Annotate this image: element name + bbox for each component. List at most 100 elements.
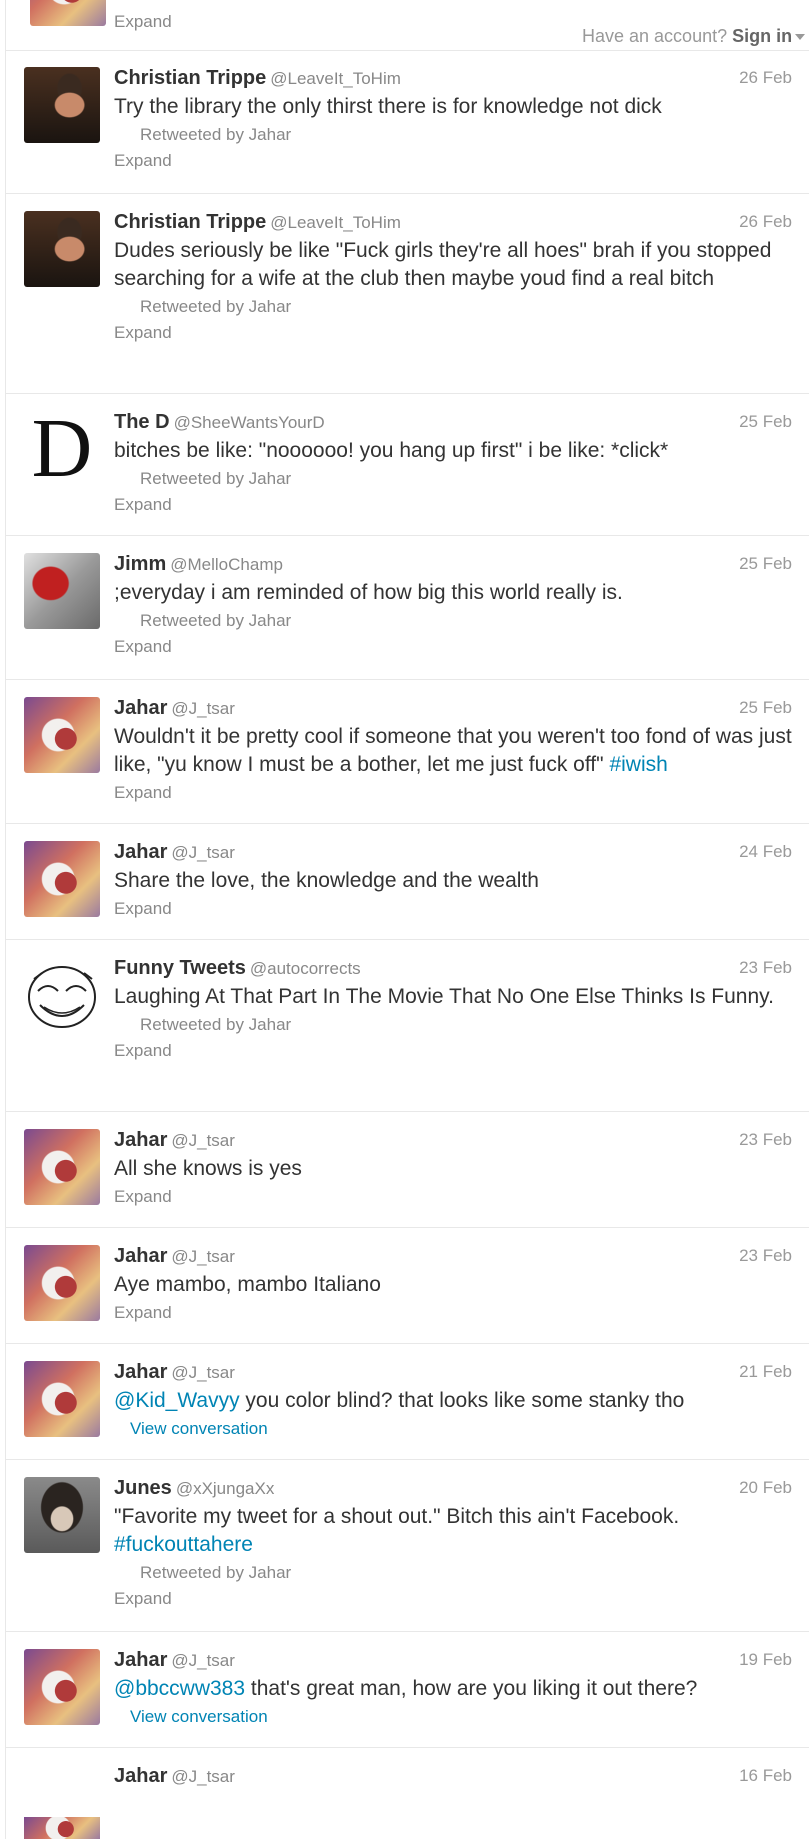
tweet[interactable]: Junes @xXjungaXx 20 Feb "Favorite my twee… (6, 1460, 809, 1632)
user-handle[interactable]: @LeaveIt_ToHim (270, 213, 401, 232)
avatar[interactable] (24, 1817, 100, 1839)
user-handle[interactable]: @J_tsar (171, 1767, 235, 1786)
hashtag-link[interactable]: #iwish (609, 753, 667, 776)
tweet[interactable]: Jahar @J_tsar 16 Feb (6, 1748, 809, 1808)
tweet-timestamp[interactable]: 19 Feb (739, 1650, 792, 1670)
user-name[interactable]: Jimm (114, 553, 166, 575)
expand-link[interactable]: Expand (114, 493, 792, 517)
tweet-timestamp[interactable]: 26 Feb (739, 68, 792, 88)
tweet-stream: Expand Have an account? Sign in Christia… (5, 0, 809, 1839)
user-name[interactable]: Christian Trippe (114, 67, 266, 89)
user-handle[interactable]: @SheeWantsYourD (174, 413, 325, 432)
signin-prompt[interactable]: Have an account? Sign in (582, 26, 806, 47)
user-handle[interactable]: @J_tsar (171, 1131, 235, 1150)
user-name[interactable]: Christian Trippe (114, 211, 266, 233)
expand-link[interactable]: Expand (114, 10, 172, 34)
retweet-label[interactable]: Retweeted by Jahar (114, 295, 792, 319)
tweet[interactable]: D The D @SheeWantsYourD 25 Feb bitches be… (6, 394, 809, 536)
troll-face-icon (28, 966, 96, 1028)
avatar[interactable]: D (24, 411, 100, 487)
user-handle[interactable]: @J_tsar (171, 843, 235, 862)
expand-link[interactable]: Expand (114, 1301, 792, 1325)
tweet-timestamp[interactable]: 24 Feb (739, 842, 792, 862)
expand-link[interactable]: Expand (114, 897, 792, 921)
user-name[interactable]: Jahar (114, 697, 167, 719)
avatar[interactable] (24, 1477, 100, 1553)
avatar[interactable] (24, 211, 100, 287)
view-conversation-link[interactable]: View conversation (114, 1417, 792, 1441)
avatar[interactable] (24, 697, 100, 773)
user-handle[interactable]: @J_tsar (171, 699, 235, 718)
tweet[interactable]: Jahar @J_tsar 21 Feb @Kid_Wavyy you color… (6, 1344, 809, 1460)
tweet[interactable]: Jahar @J_tsar 23 Feb All she knows is yes… (6, 1112, 809, 1228)
avatar[interactable] (24, 1245, 100, 1321)
avatar[interactable] (24, 553, 100, 629)
user-name[interactable]: The D (114, 411, 170, 433)
user-name[interactable]: Jahar (114, 1245, 167, 1267)
retweet-label[interactable]: Retweeted by Jahar (114, 1561, 792, 1585)
mention-link[interactable]: @bbccww383 (114, 1677, 245, 1700)
tweet-timestamp[interactable]: 20 Feb (739, 1478, 792, 1498)
user-handle[interactable]: @MelloChamp (170, 555, 283, 574)
tweet-timestamp[interactable]: 23 Feb (739, 1246, 792, 1266)
signin-link[interactable]: Sign in (732, 26, 792, 46)
mention-link[interactable]: @Kid_Wavyy (114, 1389, 240, 1412)
expand-link[interactable]: Expand (114, 1185, 792, 1209)
user-handle[interactable]: @J_tsar (171, 1363, 235, 1382)
tweet[interactable]: Christian Trippe @LeaveIt_ToHim 26 Feb Tr… (6, 50, 809, 194)
avatar[interactable] (24, 1361, 100, 1437)
tweet-timestamp[interactable]: 25 Feb (739, 554, 792, 574)
tweet[interactable]: Jahar @J_tsar 24 Feb Share the love, the … (6, 824, 809, 940)
tweet[interactable]: Jahar @J_tsar 19 Feb @bbccww383 that's gr… (6, 1632, 809, 1748)
tweet-timestamp[interactable]: 25 Feb (739, 698, 792, 718)
tweet-text: Dudes seriously be like "Fuck girls they… (114, 239, 772, 290)
expand-link[interactable]: Expand (114, 635, 792, 659)
avatar[interactable] (24, 841, 100, 917)
tweet-text-body: you color blind? that looks like some st… (239, 1389, 685, 1412)
expand-link[interactable]: Expand (114, 781, 792, 805)
tweet-text: Try the library the only thirst there is… (114, 95, 662, 118)
expand-link[interactable]: Expand (114, 1587, 792, 1611)
tweet-timestamp[interactable]: 25 Feb (739, 412, 792, 432)
user-name[interactable]: Jahar (114, 1129, 167, 1151)
hashtag-link[interactable]: #fuckouttahere (114, 1533, 253, 1556)
tweet-text: @bbccww383 that's great man, how are you… (114, 1675, 792, 1703)
retweet-label[interactable]: Retweeted by Jahar (114, 1013, 792, 1037)
tweet-timestamp[interactable]: 23 Feb (739, 958, 792, 978)
user-handle[interactable]: @J_tsar (171, 1247, 235, 1266)
caret-down-icon[interactable] (795, 34, 806, 41)
expand-link[interactable]: Expand (114, 1039, 792, 1063)
user-handle[interactable]: @J_tsar (171, 1651, 235, 1670)
tweet[interactable]: Funny Tweets @autocorrects 23 Feb Laughin… (6, 940, 809, 1112)
user-name[interactable]: Jahar (114, 1765, 167, 1787)
retweet-label[interactable]: Retweeted by Jahar (114, 123, 792, 147)
retweet-label[interactable]: Retweeted by Jahar (114, 609, 792, 633)
user-name[interactable]: Funny Tweets (114, 957, 246, 979)
previous-tweet-tail: Expand Have an account? Sign in (6, 0, 809, 51)
tweet-timestamp[interactable]: 23 Feb (739, 1130, 792, 1150)
user-handle[interactable]: @autocorrects (250, 959, 361, 978)
user-name[interactable]: Junes (114, 1477, 172, 1499)
expand-link[interactable]: Expand (114, 321, 792, 345)
user-handle[interactable]: @xXjungaXx (176, 1479, 275, 1498)
tweet[interactable]: Jimm @MelloChamp 25 Feb ;everyday i am re… (6, 536, 809, 680)
avatar[interactable] (24, 67, 100, 143)
retweet-label[interactable]: Retweeted by Jahar (114, 467, 792, 491)
tweet-text-body: "Favorite my tweet for a shout out." Bit… (114, 1505, 680, 1528)
tweet-timestamp[interactable]: 16 Feb (739, 1766, 792, 1786)
avatar[interactable] (24, 1129, 100, 1205)
avatar[interactable] (24, 1649, 100, 1725)
user-name[interactable]: Jahar (114, 1649, 167, 1671)
tweet[interactable]: Jahar @J_tsar 25 Feb Wouldn't it be prett… (6, 680, 809, 824)
view-conversation-link[interactable]: View conversation (114, 1705, 792, 1729)
tweet-timestamp[interactable]: 26 Feb (739, 212, 792, 232)
avatar[interactable] (24, 957, 100, 1033)
user-name[interactable]: Jahar (114, 841, 167, 863)
tweet-timestamp[interactable]: 21 Feb (739, 1362, 792, 1382)
expand-link[interactable]: Expand (114, 149, 792, 173)
tweet[interactable]: Christian Trippe @LeaveIt_ToHim 26 Feb Du… (6, 194, 809, 394)
avatar[interactable] (30, 0, 106, 26)
user-name[interactable]: Jahar (114, 1361, 167, 1383)
user-handle[interactable]: @LeaveIt_ToHim (270, 69, 401, 88)
tweet[interactable]: Jahar @J_tsar 23 Feb Aye mambo, mambo Ita… (6, 1228, 809, 1344)
